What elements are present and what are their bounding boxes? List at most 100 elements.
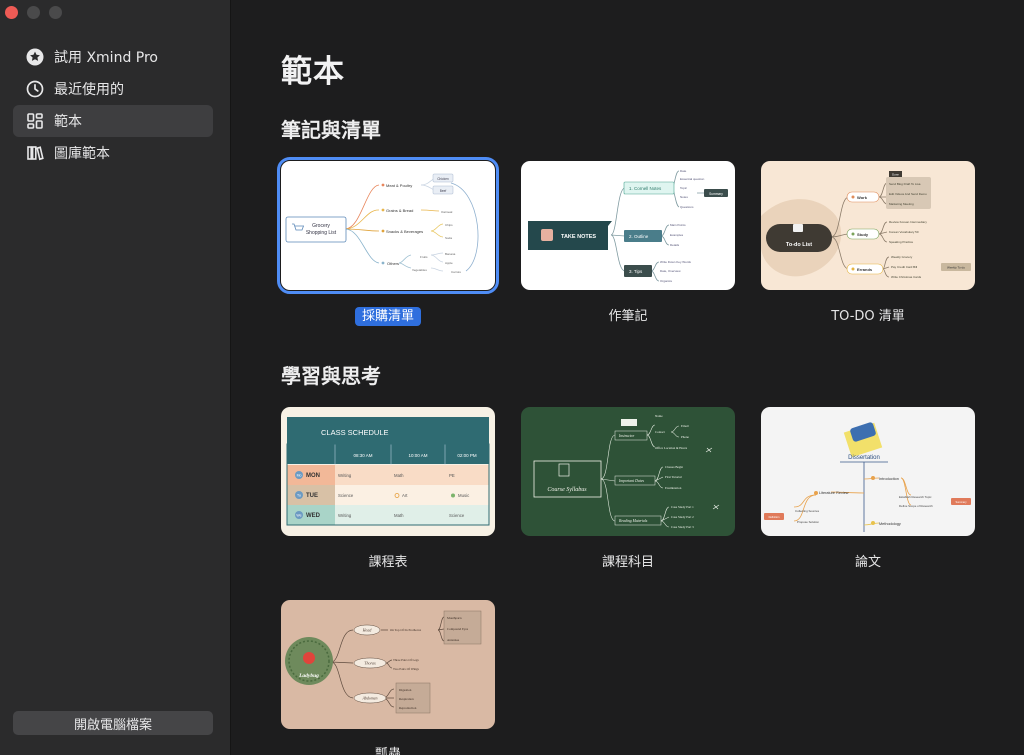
todo-leaf: Pay Credit Card Bill	[891, 265, 918, 269]
syllabus-leaf: Contact	[655, 430, 665, 434]
star-icon	[25, 47, 45, 67]
grocery-leaf: Banana	[445, 252, 456, 256]
template-label-todo[interactable]: TO-DO 清單	[761, 305, 975, 324]
grocery-leaf: Carrots	[451, 270, 461, 274]
todo-leaf: Speaking Practice	[889, 240, 914, 244]
schedule-cell: Science	[449, 513, 465, 518]
grocery-leaf: Apple	[445, 261, 453, 265]
ladybug-leaf: Three Pairs Of Legs	[393, 658, 420, 662]
sidebar-item-label: 試用 Xmind Pro	[54, 50, 158, 66]
sidebar-item-label: 最近使用的	[54, 82, 124, 98]
syllabus-branch: Reading Materials	[618, 519, 648, 523]
template-label-dissertation[interactable]: 論文	[761, 551, 975, 570]
syllabus-leaf: Email	[681, 424, 689, 428]
close-window-button[interactable]	[5, 6, 18, 19]
sidebar-item-recent[interactable]: 最近使用的	[13, 73, 213, 105]
ladybug-leaf: Compound Eyes	[447, 627, 469, 631]
dissertation-leaf: Define Scope of Research	[899, 504, 933, 508]
ladybug-leaf: Antennae	[447, 638, 460, 642]
todo-weekly-badge: Weekly To-do	[947, 266, 965, 270]
minimize-window-button[interactable]	[27, 6, 40, 19]
notes-leaf: Questions	[680, 205, 694, 209]
template-card-ladybug[interactable]: Ladybug Head Thorax Abdomen On Top Of It…	[281, 600, 495, 729]
grocery-leaf: Chips	[445, 223, 453, 227]
grocery-leaf: Vegetables	[412, 268, 427, 272]
ladybug-leaf: Reproduction	[399, 706, 417, 710]
ladybug-leaf: Two Pairs Of Wings	[393, 667, 420, 671]
syllabus-center: Course Syllabus	[547, 487, 587, 493]
open-local-file-button[interactable]: 開啟電腦檔案	[13, 711, 213, 735]
todo-leaf: Write Christmas Cards	[891, 275, 922, 279]
template-label-course-syllabus[interactable]: 課程科目	[521, 551, 735, 570]
dissertation-center: Dissertation	[848, 455, 880, 461]
schedule-cell: Art	[402, 493, 408, 498]
todo-leaf: Review Korean Intermediary	[889, 220, 927, 224]
notes-leaf: Date, Overview	[660, 269, 681, 273]
syllabus-leaf: Examination	[665, 486, 682, 490]
notes-leaf: Details	[670, 243, 680, 247]
syllabus-branch: Instructor	[618, 434, 635, 438]
template-card-take-notes[interactable]: TAKE NOTES 1. Cornell Notes 2. Outline 3…	[521, 161, 735, 290]
ladybug-branch: Abdomen	[361, 696, 377, 701]
template-card-class-schedule[interactable]: CLASS SCHEDULE 08:30 AM 10:00 AM 02:00 P…	[281, 407, 495, 536]
library-icon	[25, 143, 45, 163]
grocery-leaf: Chicken	[437, 177, 449, 181]
section-title-study: 學習與思考	[281, 364, 381, 388]
notes-leaf: Main Points	[670, 223, 686, 227]
schedule-cell: Writing	[338, 513, 352, 518]
sidebar-item-try-pro[interactable]: 試用 Xmind Pro	[13, 41, 213, 73]
todo-branch: Errands	[857, 267, 873, 272]
syllabus-leaf: First Tutorial	[665, 475, 682, 479]
notes-leaf: Examples	[670, 233, 684, 237]
dissertation-branch: Introduction	[879, 477, 899, 481]
notes-branch: 2. Outline	[629, 234, 649, 239]
todo-branch: Work	[857, 195, 868, 200]
schedule-time: 10:00 AM	[408, 453, 427, 458]
templates-panel: 範本 筆記與清單 Grocery Shopping List Meat & Po…	[232, 0, 1024, 755]
template-label-ladybug[interactable]: 瓢蟲	[281, 743, 495, 755]
template-card-todo-list[interactable]: To-do List Work Study Errands Done Send …	[761, 161, 975, 290]
schedule-cell: Writing	[338, 473, 352, 478]
schedule-cell: Science	[338, 493, 354, 498]
template-label-take-notes[interactable]: 作筆記	[521, 305, 735, 324]
dissertation-summary: Summary	[955, 500, 967, 504]
template-card-course-syllabus[interactable]: Course Syllabus Instructor Important Dat…	[521, 407, 735, 536]
dissertation-branch: Methodology	[879, 522, 901, 526]
notes-branch: 3. Tips	[629, 269, 643, 274]
todo-leaf: Edit Videos And Send Demo	[889, 192, 927, 196]
schedule-day: TUE	[306, 493, 318, 499]
notes-leaf: Essential question	[680, 177, 705, 181]
grocery-branch: Grains & Bread	[386, 208, 413, 213]
notes-leaf: Notes	[680, 195, 688, 199]
grocery-branch: Meat & Poultry	[386, 183, 412, 188]
notes-center: TAKE NOTES	[561, 234, 596, 240]
template-label-grocery[interactable]: 採購清單	[281, 305, 495, 326]
sidebar-item-templates[interactable]: 範本	[13, 105, 213, 137]
syllabus-branch: Important Dates	[618, 479, 645, 483]
section-title-notes: 筆記與清單	[281, 118, 381, 142]
notes-leaf: Date	[680, 169, 687, 173]
zoom-window-button[interactable]	[49, 6, 62, 19]
todo-done-badge: Done	[892, 173, 899, 177]
grocery-leaf: Beef	[440, 189, 447, 193]
schedule-day-abbr: We	[296, 514, 301, 518]
dissertation-leaf: Collecting Sources	[795, 509, 820, 513]
grocery-leaf: Soda	[445, 236, 452, 240]
dissertation-leaf: Propose Solution	[797, 520, 819, 524]
ladybug-branch: Thorax	[364, 661, 376, 666]
schedule-day: WED	[306, 513, 321, 519]
ladybug-leaf: Digestion	[399, 688, 412, 692]
template-label-class-schedule[interactable]: 課程表	[281, 551, 495, 570]
template-card-grocery-list[interactable]: Grocery Shopping List Meat & Poultry Gra…	[277, 157, 499, 294]
sidebar-item-gallery[interactable]: 圖庫範本	[13, 137, 213, 169]
notes-leaf: Organize	[660, 279, 673, 283]
clock-icon	[25, 79, 45, 99]
sidebar: 試用 Xmind Pro 最近使用的 範本 圖庫範本 開啟電腦檔案	[0, 0, 231, 755]
schedule-cell: Math	[394, 473, 404, 478]
sidebar-nav: 試用 Xmind Pro 最近使用的 範本 圖庫範本	[13, 41, 213, 169]
ladybug-leaf: Respiration	[399, 697, 414, 701]
schedule-cell: Math	[394, 513, 404, 518]
template-card-dissertation[interactable]: Dissertation Literature Review Introduct…	[761, 407, 975, 536]
grocery-branch: Snacks & Beverages	[386, 229, 423, 234]
schedule-day: MON	[306, 473, 320, 479]
